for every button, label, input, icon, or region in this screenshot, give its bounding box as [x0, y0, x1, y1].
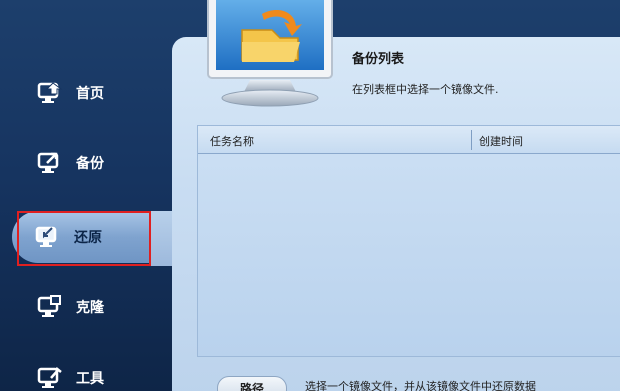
sidebar-item-label: 工具 [76, 371, 104, 387]
sidebar-item-label: 备份 [76, 156, 104, 172]
sidebar-item-label: 首页 [76, 86, 104, 102]
sidebar-item-label: 克隆 [76, 300, 104, 316]
bottom-hint: 选择一个镜像文件，并从该镜像文件中还原数据 [305, 380, 536, 391]
section-subtitle: 在列表框中选择一个镜像文件. [352, 83, 499, 96]
bottom-bar: 路径 选择一个镜像文件，并从该镜像文件中还原数据 [197, 364, 620, 391]
sidebar: 首页 备份 还原 克隆 工具 [0, 0, 180, 391]
sidebar-item-label: 还原 [74, 230, 102, 246]
sidebar-item-tools[interactable]: 工具 [14, 353, 164, 391]
section-title: 备份列表 [352, 52, 405, 67]
tools-monitor-icon [36, 365, 64, 391]
backup-list[interactable]: 任务名称 创建时间 [197, 125, 620, 357]
backup-monitor-icon [36, 150, 64, 176]
restore-monitor-icon [34, 224, 62, 250]
path-button[interactable]: 路径 [217, 376, 287, 391]
list-header: 任务名称 创建时间 [198, 126, 620, 154]
home-monitor-icon [36, 80, 64, 106]
column-created-time[interactable]: 创建时间 [479, 133, 523, 149]
clone-monitor-icon [36, 294, 64, 320]
sidebar-item-backup[interactable]: 备份 [14, 138, 164, 188]
column-task-name[interactable]: 任务名称 [210, 133, 254, 149]
restore-monitor-graphic [200, 0, 340, 110]
sidebar-item-clone[interactable]: 克隆 [14, 282, 164, 332]
sidebar-item-home[interactable]: 首页 [14, 68, 164, 118]
column-divider[interactable] [471, 130, 472, 150]
